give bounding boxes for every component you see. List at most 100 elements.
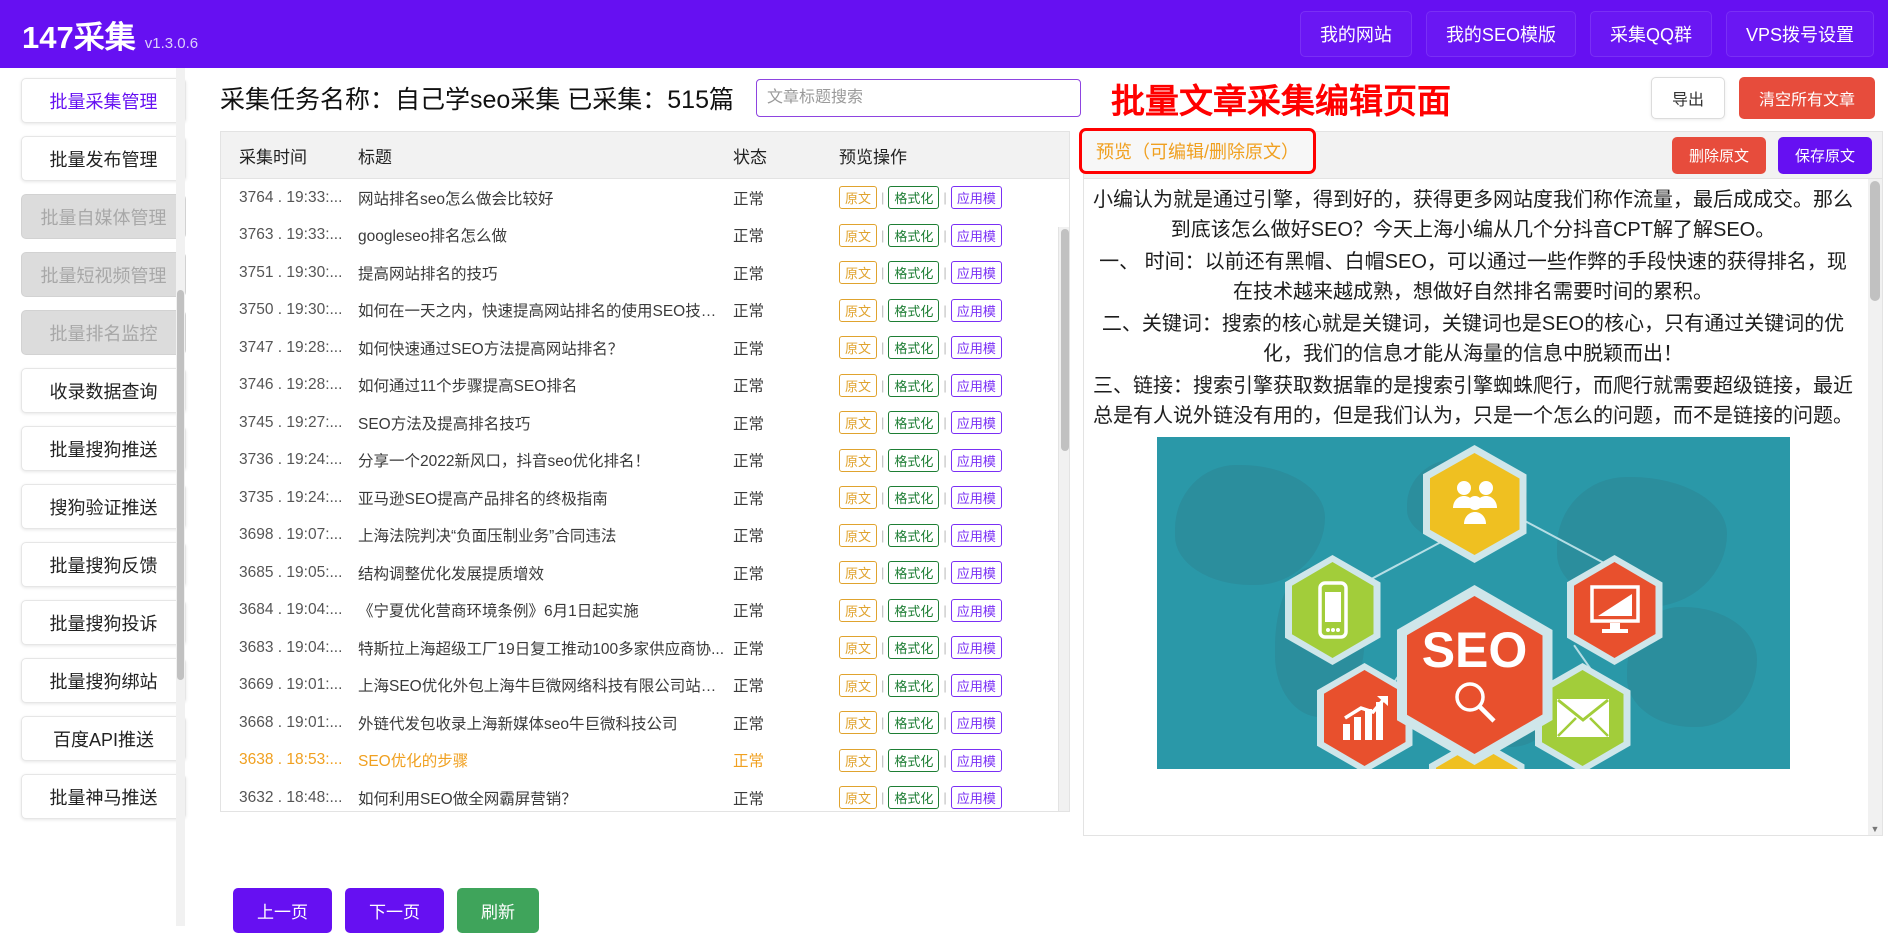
table-row[interactable]: 3669 . 19:01:...上海SEO优化外包上海牛巨微网络科技有限公司站群… [221, 667, 1069, 705]
view-raw-button[interactable]: 原文 [839, 261, 877, 284]
table-row[interactable]: 3763 . 19:33:...googleseo排名怎么做正常原文|格式化|应… [221, 217, 1069, 255]
format-button[interactable]: 格式化 [888, 486, 939, 509]
sidebar-item-batch-sogou-complaint[interactable]: 批量搜狗投诉 [21, 600, 186, 645]
view-raw-button[interactable]: 原文 [839, 786, 877, 809]
nav-vps-dial-settings[interactable]: VPS拨号设置 [1726, 11, 1874, 57]
view-raw-button[interactable]: 原文 [839, 636, 877, 659]
apply-template-button[interactable]: 应用模 [951, 636, 1002, 659]
apply-template-button[interactable]: 应用模 [951, 711, 1002, 734]
clear-all-articles-button[interactable]: 清空所有文章 [1739, 77, 1875, 119]
table-row[interactable]: 3751 . 19:30:...提高网站排名的技巧正常原文|格式化|应用模 [221, 254, 1069, 292]
apply-template-button[interactable]: 应用模 [951, 674, 1002, 697]
view-raw-button[interactable]: 原文 [839, 411, 877, 434]
view-raw-button[interactable]: 原文 [839, 449, 877, 472]
table-scrollbar[interactable] [1058, 227, 1069, 812]
refresh-button[interactable]: 刷新 [457, 888, 539, 933]
preview-article-content[interactable]: 小编认为就是通过引擎，得到好的，获得更多网站度我们称作流量，最后成成交。那么到底… [1084, 179, 1882, 769]
sidebar-item-batch-shenma-push[interactable]: 批量神马推送 [21, 774, 186, 819]
format-button[interactable]: 格式化 [888, 561, 939, 584]
apply-template-button[interactable]: 应用模 [951, 524, 1002, 547]
format-button[interactable]: 格式化 [888, 299, 939, 322]
table-row[interactable]: 3750 . 19:30:...如何在一天之内，快速提高网站排名的使用SEO技巧… [221, 292, 1069, 330]
table-row[interactable]: 3638 . 18:53:...SEO优化的步骤正常原文|格式化|应用模 [221, 742, 1069, 780]
format-button[interactable]: 格式化 [888, 449, 939, 472]
table-row[interactable]: 3632 . 18:48:...如何利用SEO做全网霸屏营销？正常原文|格式化|… [221, 779, 1069, 812]
next-page-button[interactable]: 下一页 [345, 888, 444, 933]
nav-my-website[interactable]: 我的网站 [1300, 11, 1412, 57]
view-raw-button[interactable]: 原文 [839, 711, 877, 734]
nav-my-seo-template[interactable]: 我的SEO模版 [1426, 11, 1576, 57]
preview-scrollbar[interactable]: ▲ ▼ [1868, 179, 1882, 836]
save-original-button[interactable]: 保存原文 [1778, 137, 1872, 174]
sidebar-item-batch-sogou-feedback[interactable]: 批量搜狗反馈 [21, 542, 186, 587]
view-raw-button[interactable]: 原文 [839, 374, 877, 397]
preview-scroll-down-arrow[interactable]: ▼ [1868, 822, 1882, 836]
table-row[interactable]: 3668 . 19:01:...外链代发包收录上海新媒体seo牛巨微科技公司正常… [221, 704, 1069, 742]
format-button[interactable]: 格式化 [888, 524, 939, 547]
sidebar-item-batch-collect-manage[interactable]: 批量采集管理 [21, 78, 186, 123]
format-button[interactable]: 格式化 [888, 786, 939, 809]
format-button[interactable]: 格式化 [888, 374, 939, 397]
apply-template-button[interactable]: 应用模 [951, 186, 1002, 209]
table-row[interactable]: 3698 . 19:07:...上海法院判决“负面压制业务”合同违法正常原文|格… [221, 517, 1069, 555]
format-button[interactable]: 格式化 [888, 224, 939, 247]
apply-template-button[interactable]: 应用模 [951, 786, 1002, 809]
format-button[interactable]: 格式化 [888, 636, 939, 659]
preview-scrollbar-thumb[interactable] [1870, 181, 1880, 301]
view-raw-button[interactable]: 原文 [839, 186, 877, 209]
format-button[interactable]: 格式化 [888, 749, 939, 772]
format-button[interactable]: 格式化 [888, 599, 939, 622]
view-raw-button[interactable]: 原文 [839, 749, 877, 772]
sidebar-item-index-data-query[interactable]: 收录数据查询 [21, 368, 186, 413]
view-raw-button[interactable]: 原文 [839, 674, 877, 697]
table-row[interactable]: 3747 . 19:28:...如何快速通过SEO方法提高网站排名？正常原文|格… [221, 329, 1069, 367]
cell-preview-ops: 原文|格式化|应用模 [839, 449, 1024, 472]
apply-template-button[interactable]: 应用模 [951, 374, 1002, 397]
format-button[interactable]: 格式化 [888, 674, 939, 697]
apply-template-button[interactable]: 应用模 [951, 749, 1002, 772]
apply-template-button[interactable]: 应用模 [951, 224, 1002, 247]
view-raw-button[interactable]: 原文 [839, 524, 877, 547]
view-raw-button[interactable]: 原文 [839, 486, 877, 509]
table-row[interactable]: 3684 . 19:04:...《宁夏优化营商环境条例》6月1日起实施正常原文|… [221, 592, 1069, 630]
sidebar-scrollbar[interactable] [176, 68, 185, 926]
view-raw-button[interactable]: 原文 [839, 299, 877, 322]
apply-template-button[interactable]: 应用模 [951, 449, 1002, 472]
prev-page-button[interactable]: 上一页 [233, 888, 332, 933]
table-row[interactable]: 3764 . 19:33:...网站排名seo怎么做会比较好正常原文|格式化|应… [221, 179, 1069, 217]
format-button[interactable]: 格式化 [888, 261, 939, 284]
apply-template-button[interactable]: 应用模 [951, 599, 1002, 622]
format-button[interactable]: 格式化 [888, 411, 939, 434]
sidebar-item-batch-sogou-push[interactable]: 批量搜狗推送 [21, 426, 186, 471]
sidebar-item-batch-sogou-bindsite[interactable]: 批量搜狗绑站 [21, 658, 186, 703]
sidebar-item-sogou-verify-push[interactable]: 搜狗验证推送 [21, 484, 186, 529]
view-raw-button[interactable]: 原文 [839, 599, 877, 622]
search-input[interactable] [756, 79, 1081, 117]
view-raw-button[interactable]: 原文 [839, 224, 877, 247]
table-row[interactable]: 3735 . 19:24:...亚马逊SEO提高产品排名的终极指南正常原文|格式… [221, 479, 1069, 517]
apply-template-button[interactable]: 应用模 [951, 299, 1002, 322]
format-button[interactable]: 格式化 [888, 711, 939, 734]
table-row[interactable]: 3685 . 19:05:...结构调整优化发展提质增效正常原文|格式化|应用模 [221, 554, 1069, 592]
apply-template-button[interactable]: 应用模 [951, 486, 1002, 509]
sidebar-item-batch-publish-manage[interactable]: 批量发布管理 [21, 136, 186, 181]
nav-qq-group[interactable]: 采集QQ群 [1590, 11, 1712, 57]
sidebar-scrollbar-thumb[interactable] [177, 290, 184, 680]
table-scrollbar-thumb[interactable] [1061, 229, 1069, 451]
apply-template-button[interactable]: 应用模 [951, 411, 1002, 434]
apply-template-button[interactable]: 应用模 [951, 261, 1002, 284]
export-button[interactable]: 导出 [1651, 77, 1725, 119]
preview-body[interactable]: 小编认为就是通过引擎，得到好的，获得更多网站度我们称作流量，最后成成交。那么到底… [1083, 179, 1883, 836]
apply-template-button[interactable]: 应用模 [951, 336, 1002, 359]
table-row[interactable]: 3746 . 19:28:...如何通过11个步骤提高SEO排名正常原文|格式化… [221, 367, 1069, 405]
delete-original-button[interactable]: 删除原文 [1672, 137, 1766, 174]
view-raw-button[interactable]: 原文 [839, 561, 877, 584]
table-row[interactable]: 3736 . 19:24:...分享一个2022新风口，抖音seo优化排名！正常… [221, 442, 1069, 480]
format-button[interactable]: 格式化 [888, 336, 939, 359]
format-button[interactable]: 格式化 [888, 186, 939, 209]
table-row[interactable]: 3745 . 19:27:...SEO方法及提高排名技巧正常原文|格式化|应用模 [221, 404, 1069, 442]
table-row[interactable]: 3683 . 19:04:...特斯拉上海超级工厂19日复工推动100多家供应商… [221, 629, 1069, 667]
apply-template-button[interactable]: 应用模 [951, 561, 1002, 584]
view-raw-button[interactable]: 原文 [839, 336, 877, 359]
sidebar-item-baidu-api-push[interactable]: 百度API推送 [21, 716, 186, 761]
